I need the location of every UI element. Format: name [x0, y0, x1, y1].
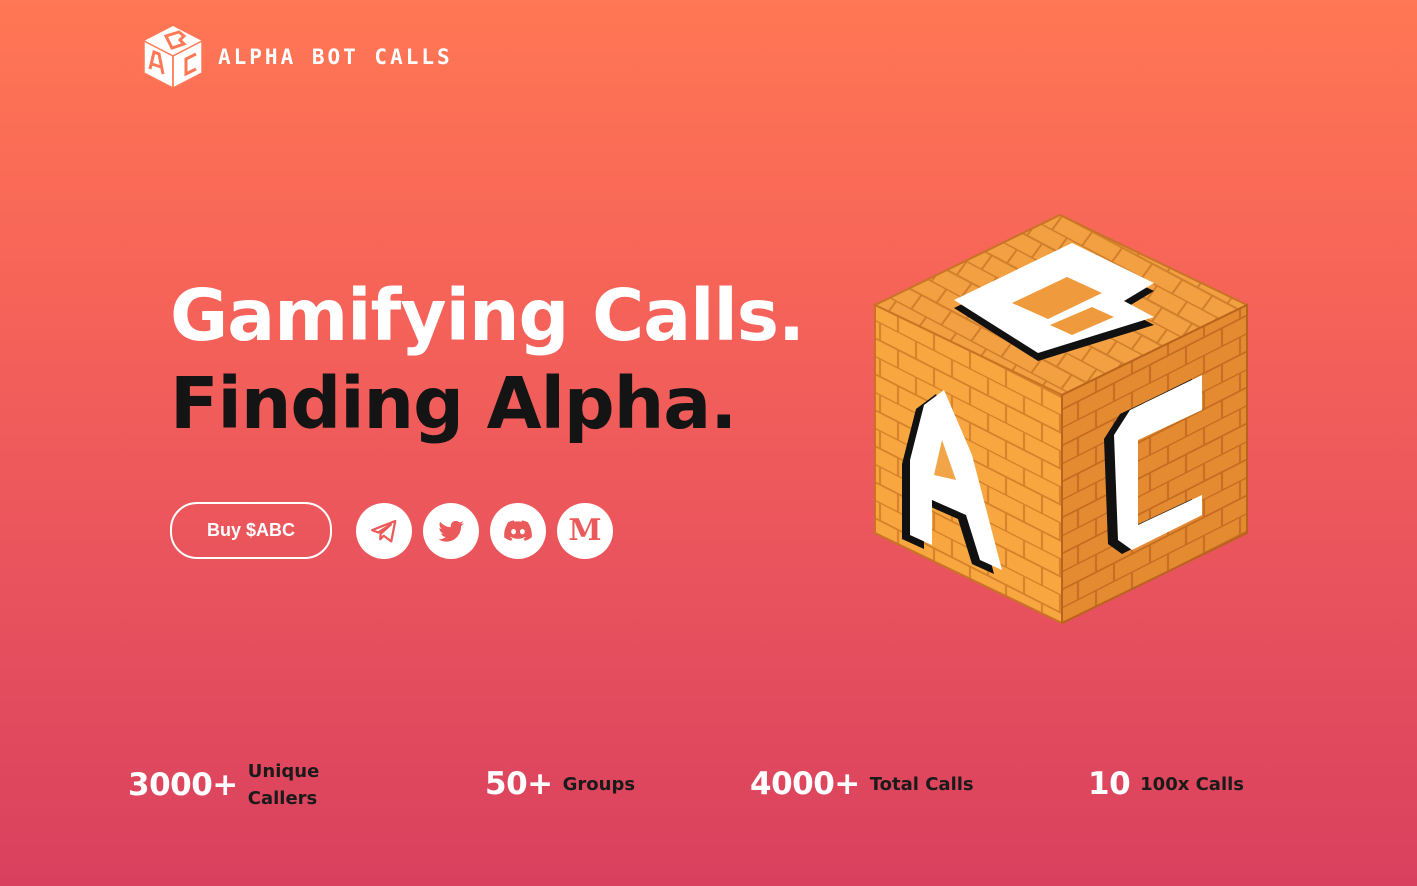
stat-value: 10: [1088, 766, 1131, 802]
hero-section: Gamifying Calls. Finding Alpha.: [170, 272, 850, 448]
abc-cube-logo-icon: [143, 26, 203, 90]
headline-primary: Gamifying Calls.: [170, 274, 805, 357]
hero-actions: Buy $ABC M: [170, 502, 624, 559]
stat-label: Groups: [562, 773, 636, 795]
stat-100x-calls: 10 100x Calls: [1088, 766, 1244, 802]
brand-header[interactable]: ALPHA BOT CALLS: [142, 24, 453, 90]
twitter-icon: [438, 520, 464, 542]
stat-unique-callers: 3000+ Unique Callers: [128, 758, 328, 812]
stat-groups: 50+ Groups: [485, 766, 635, 802]
brand-name: ALPHA BOT CALLS: [218, 45, 453, 69]
stat-label: Total Calls: [869, 773, 974, 795]
telegram-link[interactable]: [356, 502, 412, 559]
buy-abc-button[interactable]: Buy $ABC: [170, 502, 332, 559]
stat-total-calls: 4000+ Total Calls: [750, 766, 974, 802]
stat-label: 100x Calls: [1140, 773, 1245, 795]
headline-secondary: Finding Alpha.: [170, 362, 737, 445]
discord-link[interactable]: [490, 502, 546, 559]
stat-value: 3000+: [128, 767, 238, 803]
stat-label: Unique Callers: [247, 761, 320, 809]
medium-icon: M: [568, 512, 602, 548]
telegram-icon: [371, 519, 397, 542]
twitter-link[interactable]: [423, 502, 479, 559]
stat-value: 50+: [485, 766, 553, 802]
abc-brick-cube-illustration: [872, 213, 1250, 625]
discord-icon: [504, 519, 532, 541]
stat-value: 4000+: [750, 766, 860, 802]
medium-link[interactable]: M: [557, 502, 613, 559]
